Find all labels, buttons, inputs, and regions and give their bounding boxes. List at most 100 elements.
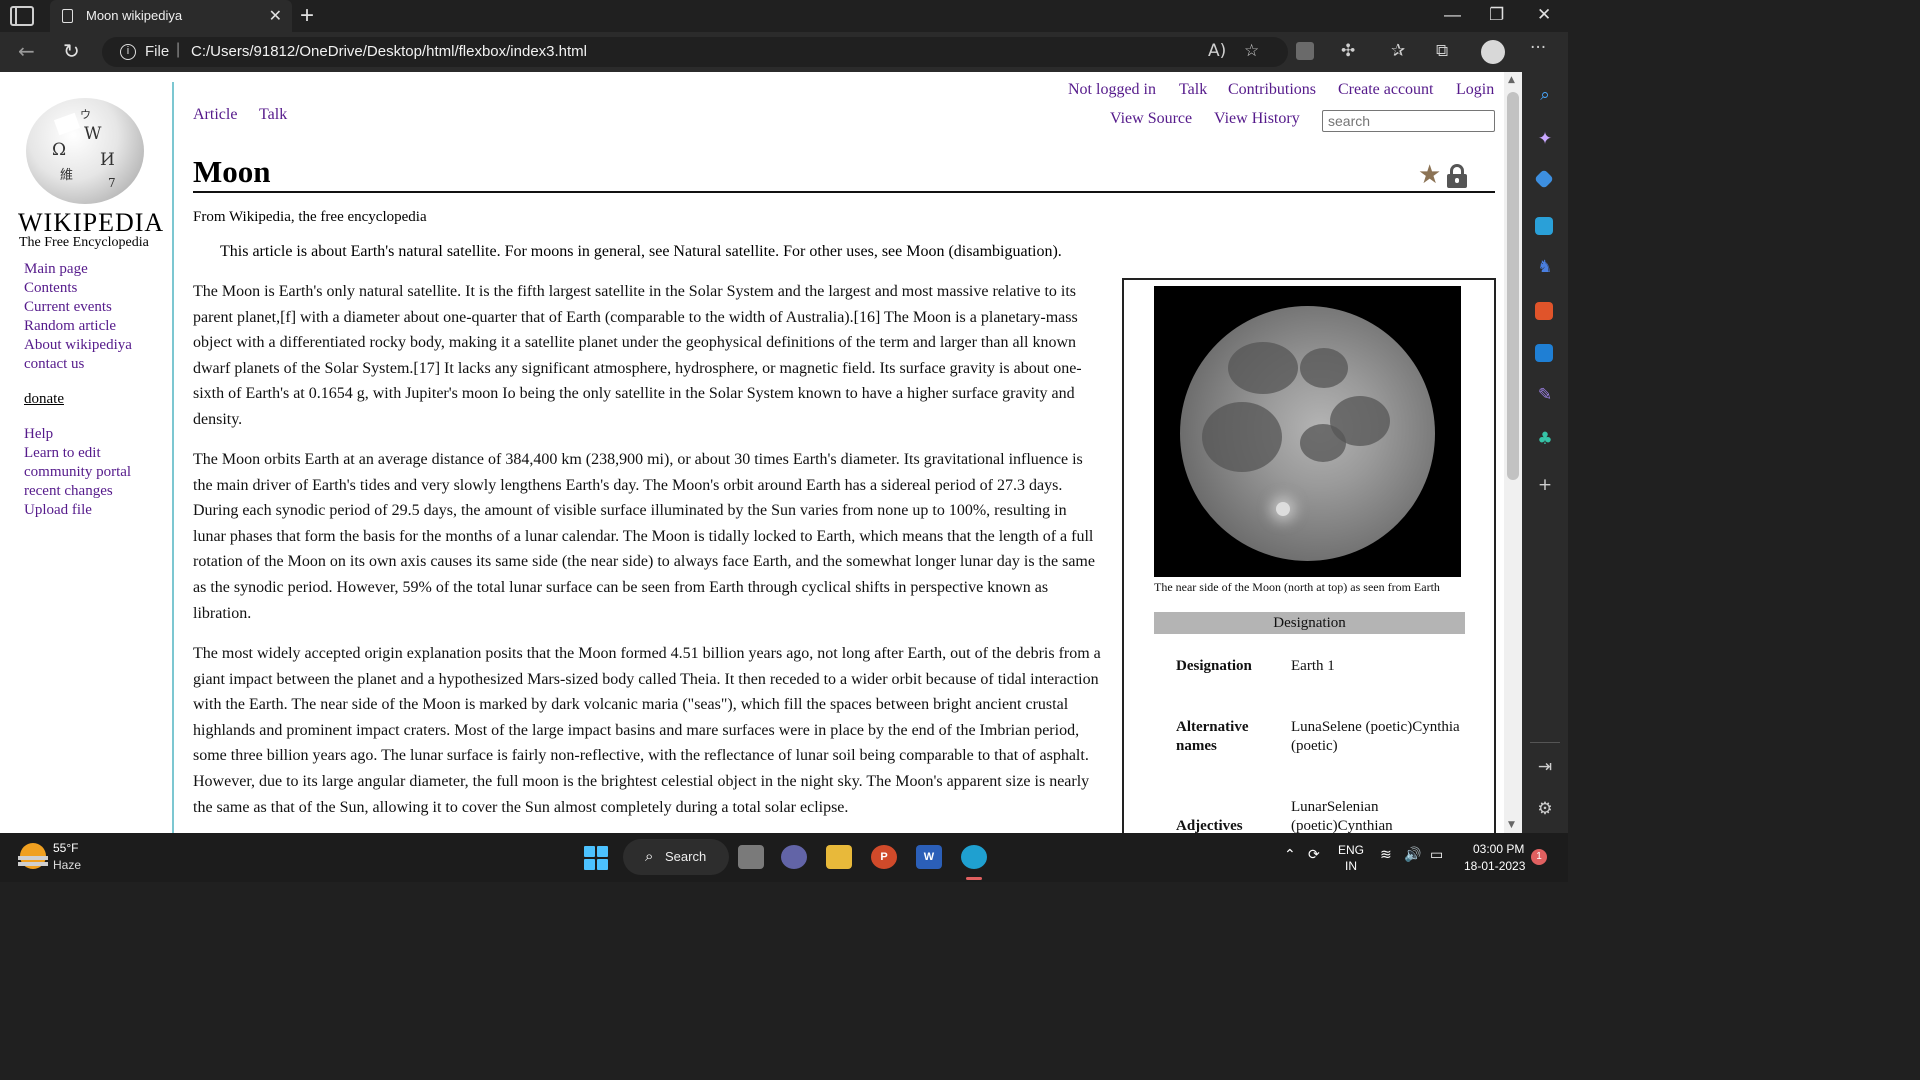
refresh-icon[interactable]: ↻ [63,39,80,63]
wikipedia-tagline: The Free Encyclopedia [19,235,149,250]
new-tab-icon[interactable]: + [300,2,314,30]
sidebar-tree-icon[interactable]: ♣ [1534,428,1556,450]
language-top[interactable]: ENG [1338,843,1364,857]
tab-talk[interactable]: Talk [259,106,287,124]
teams-chat-icon[interactable] [781,845,807,869]
sidebar-discover-icon[interactable]: ✦ [1534,128,1556,150]
clock-time[interactable]: 03:00 PM [1473,842,1524,856]
file-explorer-icon[interactable] [826,845,852,869]
extensions-puzzle-icon[interactable]: ✣ [1341,41,1355,61]
infobox-value: LunarSelenian (poetic)Cynthian [1291,799,1393,833]
volume-icon[interactable]: 🔊 [1404,847,1421,863]
sidebar-link-main-page[interactable]: Main page [24,261,88,278]
moon-disc [1180,306,1435,561]
edge-sidebar: ⌕ ✦ ♞ ✎ ♣ + ⇥ ⚙ [1522,72,1568,833]
edge-icon[interactable] [961,845,987,869]
url-field[interactable]: i File | C:/Users/91812/OneDrive/Desktop… [102,37,1288,67]
battery-icon[interactable]: ▭ [1430,847,1443,863]
sidebar-search-icon[interactable]: ⌕ [1534,84,1556,106]
wikipedia-wordmark: WIKIPEDIA [18,208,165,237]
maximize-icon[interactable]: ❐ [1489,5,1504,25]
window-close-icon[interactable]: ✕ [1537,5,1551,25]
personal-not-logged-in[interactable]: Not logged in [1068,81,1156,99]
scroll-up-arrow[interactable]: ▲ [1508,75,1515,85]
globe-missing-piece [53,112,81,136]
sidebar-link-learn-to-edit[interactable]: Learn to edit [24,445,101,462]
start-button[interactable] [584,846,608,870]
wikipedia-globe-logo[interactable]: W Ω И 維 7 ウ [26,98,144,204]
active-tab[interactable]: Moon wikipediya ✕ [50,0,292,32]
taskbar-search-label: Search [665,849,707,864]
personal-create-account[interactable]: Create account [1338,81,1434,99]
personal-talk[interactable]: Talk [1179,81,1207,99]
page-icon [62,9,73,23]
taskbar-search[interactable]: ⌕ Search [623,839,729,875]
personal-login[interactable]: Login [1456,81,1494,99]
task-view-icon[interactable] [738,845,764,869]
show-hidden-icons-chevron[interactable]: ⌃ [1284,847,1296,863]
moon-image[interactable] [1154,286,1461,577]
tab-close-icon[interactable]: ✕ [269,6,282,26]
sync-icon[interactable]: ⟳ [1308,847,1320,863]
clock-date[interactable]: 18-01-2023 [1464,859,1525,873]
sidebar-divider [172,82,174,833]
wifi-icon[interactable]: ≋ [1380,847,1392,863]
personal-contributions[interactable]: Contributions [1228,81,1316,99]
favorites-icon[interactable]: ✰ [1391,41,1405,61]
url-separator: | [176,41,181,58]
profile-avatar[interactable] [1481,40,1505,64]
extension-icon[interactable] [1296,42,1314,60]
tab-article[interactable]: Article [193,106,237,124]
read-aloud-icon[interactable]: A) [1208,41,1226,61]
title-divider [193,191,1495,193]
sidebar-outlook-icon[interactable] [1535,344,1553,362]
tab-view-source[interactable]: View Source [1110,110,1192,128]
sidebar-link-about[interactable]: About wikipediya [24,337,132,354]
sidebar-link-contact[interactable]: contact us [24,356,84,373]
minimize-icon[interactable]: — [1444,5,1461,25]
infobox-section-header: Designation [1154,612,1465,634]
sidebar-drop-icon[interactable]: ✎ [1534,384,1556,406]
sidebar-add-icon[interactable]: + [1534,474,1556,496]
scrollbar-thumb[interactable] [1507,92,1519,480]
powerpoint-icon[interactable]: P [871,845,897,869]
search-input[interactable] [1322,110,1495,132]
infobox: The near side of the Moon (north at top)… [1122,278,1496,833]
sidebar-shopping-icon[interactable] [1534,169,1554,189]
sidebar-link-donate[interactable]: donate [24,391,64,408]
notification-badge[interactable]: 1 [1531,849,1547,865]
page-scrollbar[interactable]: ▲ ▼ [1504,72,1522,833]
add-favorite-icon[interactable]: ☆ [1244,41,1259,61]
collections-icon[interactable]: ⧉ [1436,41,1448,61]
url-text[interactable]: C:/Users/91812/OneDrive/Desktop/html/fle… [191,43,587,60]
sidebar-tools-icon[interactable] [1535,217,1553,235]
tab-actions-icon[interactable] [10,6,34,26]
sidebar-settings-icon[interactable]: ⚙ [1534,798,1556,820]
word-icon[interactable]: W [916,845,942,869]
sidebar-office-icon[interactable] [1535,302,1553,320]
weather-description[interactable]: Haze [53,858,81,872]
infobox-value: Earth 1 [1291,658,1335,674]
weather-haze-icon[interactable] [18,843,48,869]
search-icon: ⌕ [645,847,654,865]
article-paragraph: The most widely accepted origin explanat… [193,645,1101,816]
weather-temperature[interactable]: 55°F [53,841,78,855]
sidebar-link-random-article[interactable]: Random article [24,318,116,335]
sidebar-link-current-events[interactable]: Current events [24,299,112,316]
sidebar-link-upload-file[interactable]: Upload file [24,502,92,519]
edge-active-indicator [966,877,982,880]
more-menu-icon[interactable]: ··· [1530,38,1546,58]
sidebar-collapse-icon[interactable]: ⇥ [1534,756,1556,778]
sidebar-link-community-portal[interactable]: community portal [24,464,131,481]
back-icon[interactable]: ← [18,39,35,63]
sidebar-link-help[interactable]: Help [24,426,53,443]
site-subtitle: From Wikipedia, the free encyclopedia [193,209,427,225]
sidebar-link-contents[interactable]: Contents [24,280,77,297]
language-bottom[interactable]: IN [1345,859,1357,873]
infobox-value: LunaSelene (poetic)Cynthia (poetic) [1291,719,1460,754]
sidebar-link-recent-changes[interactable]: recent changes [24,483,113,500]
tab-view-history[interactable]: View History [1214,110,1300,128]
scroll-down-arrow[interactable]: ▼ [1508,820,1515,830]
site-info-icon[interactable]: i [120,44,136,60]
sidebar-games-icon[interactable]: ♞ [1534,256,1556,278]
